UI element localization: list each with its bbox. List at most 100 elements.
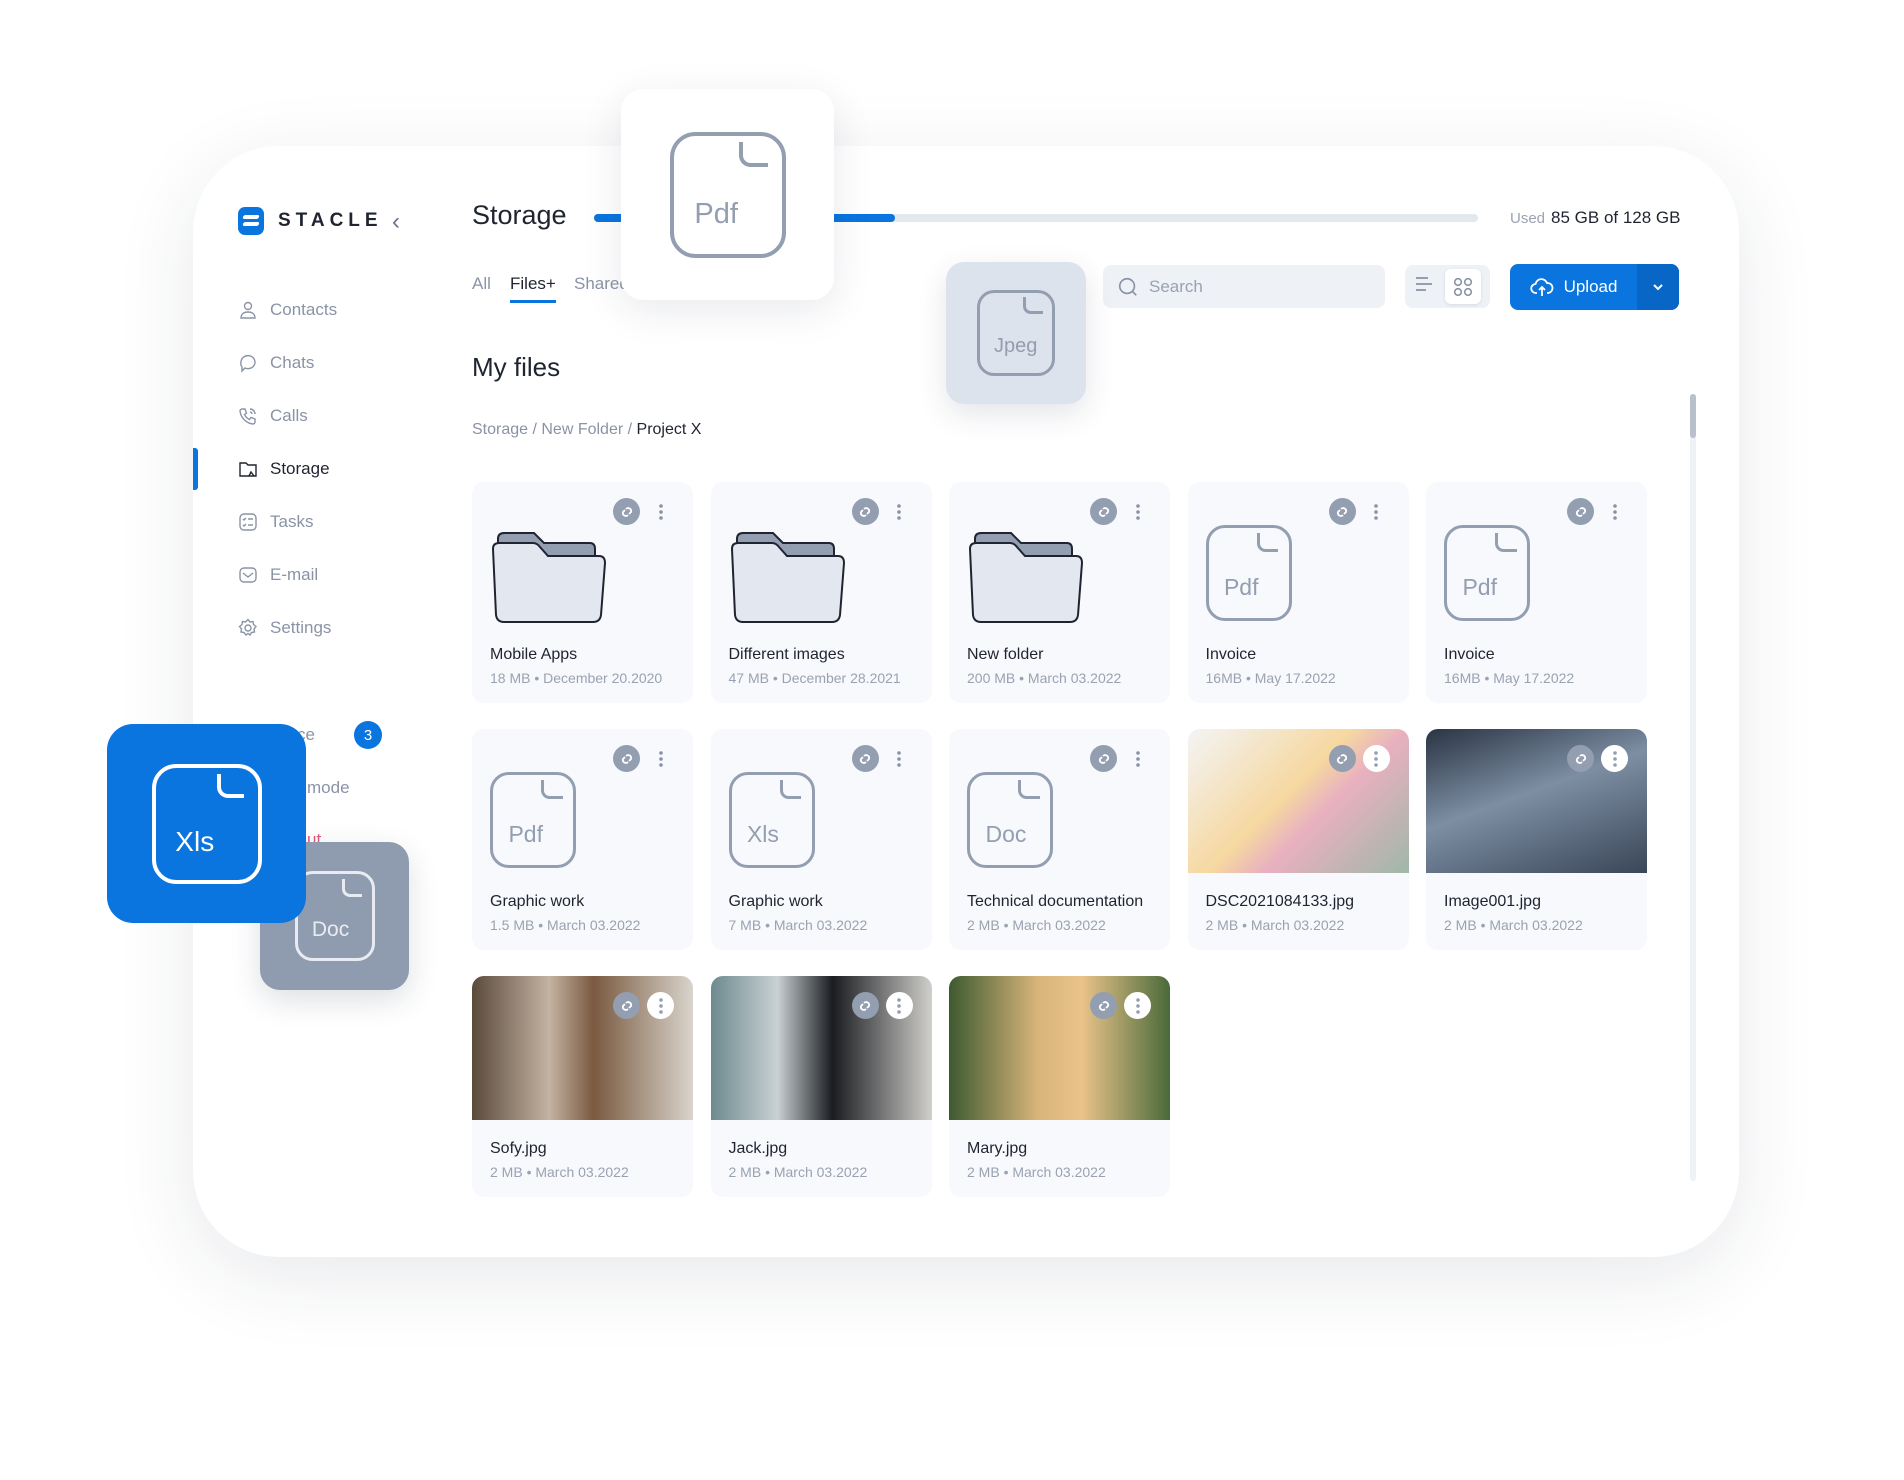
sidebar-item-label: Contacts xyxy=(270,300,338,319)
file-meta: 2 MB • March 03.2022 xyxy=(967,917,1106,933)
file-card[interactable]: New folder 200 MB • March 03.2022 xyxy=(949,482,1170,703)
floating-jpeg-card: Jpeg xyxy=(946,262,1086,404)
folder-icon xyxy=(730,532,845,623)
file-name: Different images xyxy=(728,646,845,663)
more-vertical-icon xyxy=(897,997,901,1014)
more-options-button[interactable] xyxy=(647,498,674,525)
link-icon xyxy=(619,504,635,520)
share-link-button[interactable] xyxy=(851,498,879,525)
more-vertical-icon xyxy=(1135,503,1140,520)
file-name: Jack.jpg xyxy=(728,1140,788,1157)
sidebar-item-contacts[interactable]: Contacts xyxy=(238,300,337,320)
share-link-button[interactable] xyxy=(1328,745,1356,772)
section-title: My files xyxy=(472,352,561,382)
file-card[interactable]: Mobile Apps 18 MB • December 20.2020 xyxy=(472,482,693,703)
file-type-label: Doc xyxy=(985,820,1027,847)
grid-icon xyxy=(1453,277,1472,296)
scrollbar[interactable] xyxy=(1690,394,1696,1181)
sidebar-item-e-mail[interactable]: E-mail xyxy=(238,565,318,585)
file-type-label: Doc xyxy=(311,917,350,941)
file-name: Graphic work xyxy=(490,893,585,910)
file-icon: Pdf xyxy=(1205,525,1292,621)
sidebar-item-label: E-mail xyxy=(270,565,319,584)
file-meta: 2 MB • March 03.2022 xyxy=(967,1164,1106,1180)
file-meta: 200 MB • March 03.2022 xyxy=(967,670,1122,686)
link-icon xyxy=(1096,998,1112,1014)
file-name: Image001.jpg xyxy=(1444,893,1541,910)
file-card[interactable]: Mary.jpg 2 MB • March 03.2022 xyxy=(949,976,1170,1197)
sidebar-item-label: Storage xyxy=(270,459,330,478)
more-options-button[interactable] xyxy=(1124,745,1151,772)
collapse-sidebar-chevron-icon[interactable]: ‹ xyxy=(392,208,400,236)
more-options-button[interactable] xyxy=(647,745,674,772)
more-vertical-icon xyxy=(897,750,901,767)
file-meta: 47 MB • December 28.2021 xyxy=(728,670,901,686)
file-type-label: Xls xyxy=(175,825,215,857)
more-vertical-icon xyxy=(1135,997,1140,1014)
share-link-button[interactable] xyxy=(1090,745,1117,772)
link-icon xyxy=(1573,504,1589,520)
file-card[interactable]: Pdf Graphic work 1.5 MB • March 03.2022 xyxy=(472,729,693,950)
more-options-button[interactable] xyxy=(885,992,913,1019)
link-icon xyxy=(619,998,635,1014)
file-card[interactable]: Pdf Invoice 16MB • May 17.2022 xyxy=(1187,482,1409,703)
more-options-button[interactable] xyxy=(1124,992,1151,1019)
share-link-button[interactable] xyxy=(613,992,640,1019)
file-meta: 7 MB • March 03.2022 xyxy=(728,917,868,933)
more-options-button[interactable] xyxy=(1124,498,1151,525)
list-view-button[interactable] xyxy=(1414,275,1434,298)
file-card[interactable]: Sofy.jpg 2 MB • March 03.2022 xyxy=(472,976,693,1197)
file-name: Invoice xyxy=(1444,646,1495,663)
file-name: New folder xyxy=(967,646,1044,663)
more-options-button[interactable] xyxy=(647,992,674,1019)
share-link-button[interactable] xyxy=(1328,498,1356,525)
link-icon xyxy=(857,998,873,1014)
file-card[interactable]: Xls Graphic work 7 MB • March 03.2022 xyxy=(710,729,932,950)
file-card[interactable]: Image001.jpg 2 MB • March 03.2022 xyxy=(1426,729,1647,950)
breadcrumb-path[interactable]: Storage / New Folder / xyxy=(472,421,637,438)
share-link-button[interactable] xyxy=(1567,745,1594,772)
more-options-button[interactable] xyxy=(1601,745,1628,772)
upload-button[interactable]: Upload xyxy=(1510,264,1637,310)
sidebar-item-calls[interactable]: Calls xyxy=(238,406,308,426)
share-link-button[interactable] xyxy=(1090,498,1117,525)
file-card[interactable]: DSC2021084133.jpg 2 MB • March 03.2022 xyxy=(1187,729,1409,950)
used-value: 85 GB of 128 GB xyxy=(1551,208,1681,227)
share-link-button[interactable] xyxy=(1090,992,1117,1019)
upload-button-group: Upload xyxy=(1510,264,1679,310)
file-card[interactable]: Different images 47 MB • December 28.202… xyxy=(710,482,932,703)
user-icon xyxy=(240,301,256,319)
tab-files[interactable]: Files+ xyxy=(510,274,556,303)
grid-view-button[interactable] xyxy=(1444,269,1481,304)
tab-all[interactable]: All xyxy=(472,274,491,294)
view-toggle xyxy=(1405,265,1490,308)
share-link-button[interactable] xyxy=(1567,498,1594,525)
file-type-label: Pdf xyxy=(508,820,543,847)
sidebar-item-tasks[interactable]: Tasks xyxy=(238,512,313,532)
more-options-button[interactable] xyxy=(1601,498,1628,525)
more-options-button[interactable] xyxy=(886,498,913,525)
search-input[interactable]: Search xyxy=(1103,265,1385,308)
file-name: DSC2021084133.jpg xyxy=(1205,893,1355,910)
sidebar-item-chats[interactable]: Chats xyxy=(238,353,314,373)
file-card[interactable]: Jack.jpg 2 MB • March 03.2022 xyxy=(710,976,932,1197)
file-icon: Pdf xyxy=(1444,525,1530,621)
sidebar-item-partial[interactable]: mode xyxy=(307,778,350,798)
more-options-button[interactable] xyxy=(886,745,913,772)
file-type-label: Pdf xyxy=(694,197,738,230)
folder-icon xyxy=(491,532,607,623)
share-link-button[interactable] xyxy=(613,745,640,772)
sidebar-item-storage[interactable]: Storage xyxy=(238,459,330,479)
scrollbar-thumb[interactable] xyxy=(1690,394,1696,438)
file-card[interactable]: Doc Technical documentation 2 MB • March… xyxy=(949,729,1170,950)
file-meta: 2 MB • March 03.2022 xyxy=(490,1164,629,1180)
upload-dropdown-chevron-icon[interactable] xyxy=(1637,264,1679,310)
share-link-button[interactable] xyxy=(851,745,879,772)
share-link-button[interactable] xyxy=(613,498,640,525)
sidebar-item-label: Tasks xyxy=(270,512,314,531)
more-options-button[interactable] xyxy=(1362,745,1390,772)
file-card[interactable]: Pdf Invoice 16MB • May 17.2022 xyxy=(1426,482,1647,703)
sidebar-item-settings[interactable]: Settings xyxy=(238,618,331,638)
share-link-button[interactable] xyxy=(851,992,879,1019)
more-options-button[interactable] xyxy=(1363,498,1390,525)
